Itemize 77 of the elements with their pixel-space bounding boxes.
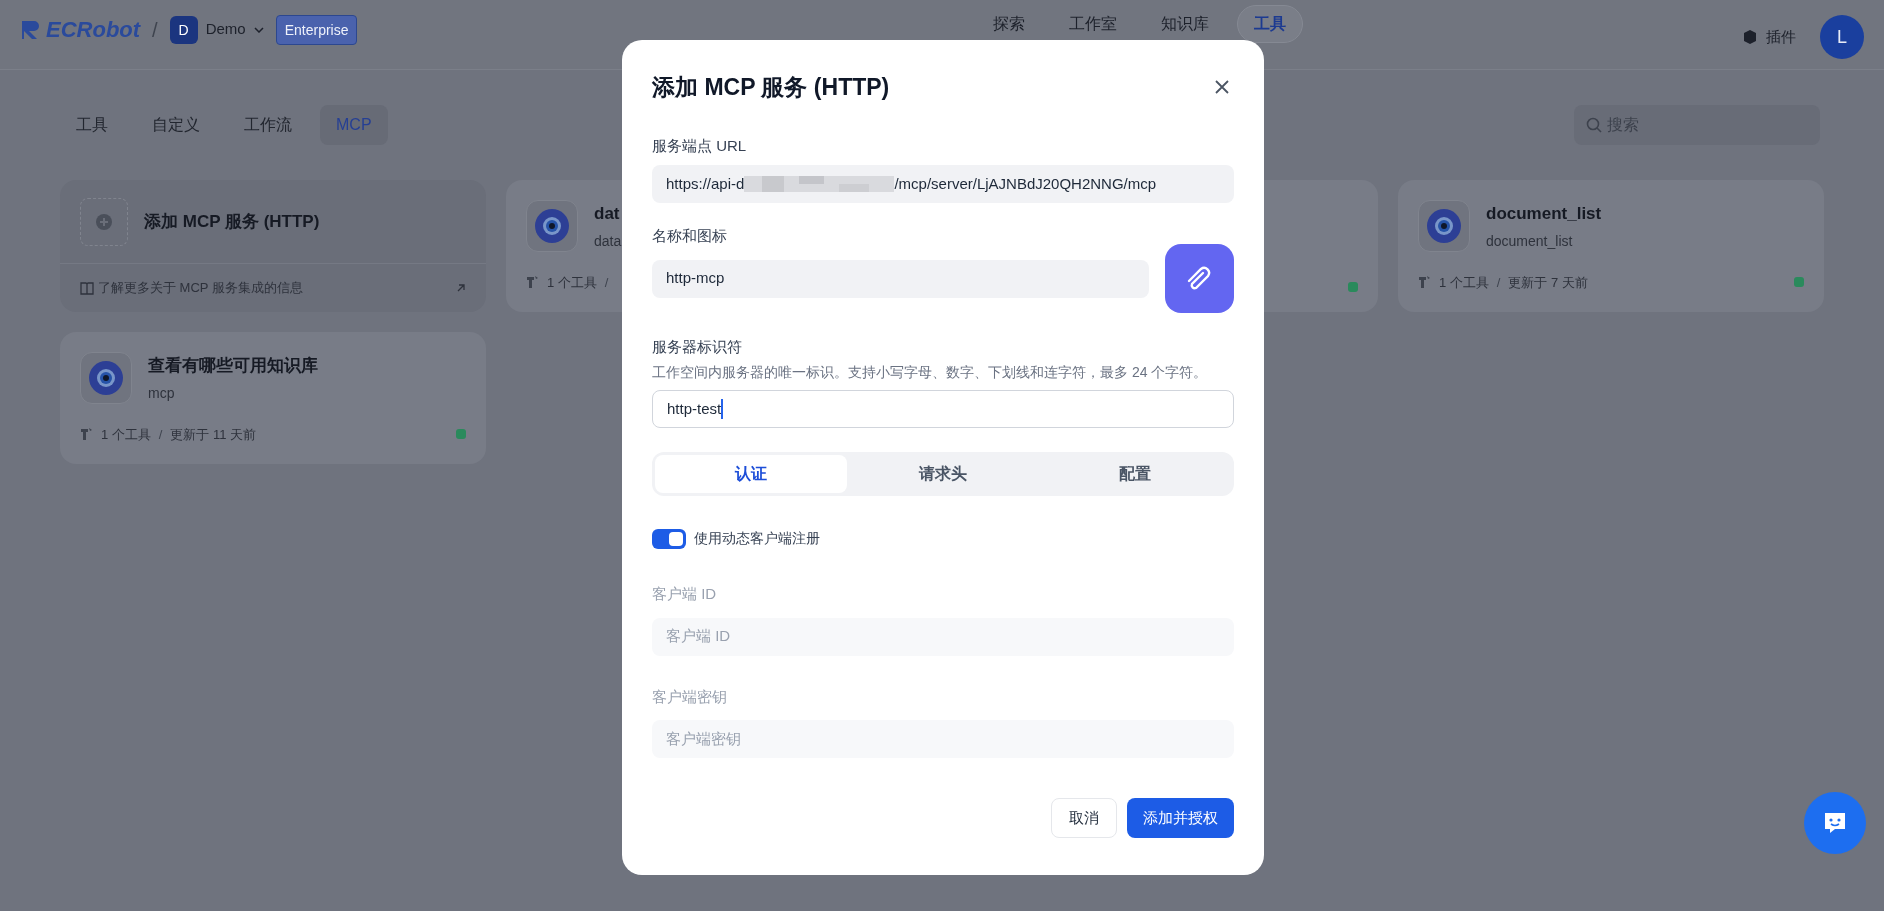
tool-name: dat: [594, 203, 621, 226]
cube-icon: [1742, 29, 1758, 45]
tool-count: 1 个工具: [101, 425, 151, 444]
tool-name: 查看有哪些可用知识库: [148, 355, 318, 378]
section-tab[interactable]: 配置: [1039, 455, 1231, 493]
workspace-name: Demo: [205, 19, 246, 40]
client-secret-field[interactable]: 客户端密钥: [652, 720, 1234, 758]
url-text: https://api-d: [666, 173, 745, 194]
caret-icon: [253, 26, 264, 33]
user-avatar[interactable]: L: [1820, 15, 1864, 59]
eye-icon: [1426, 208, 1462, 244]
tool-card[interactable]: document_list document_list 1 个工具 / 更新于 7 天前: [1398, 180, 1824, 312]
nav-tab[interactable]: 知识库: [1144, 6, 1225, 42]
section-tab[interactable]: 认证: [655, 455, 847, 493]
learn-more-link[interactable]: 了解更多关于 MCP 服务集成的信息: [98, 278, 303, 298]
field-label: 客户端密钥: [652, 686, 728, 707]
updated-time: 更新于 7 天前: [1508, 273, 1588, 292]
nav-tab[interactable]: 工具: [1236, 5, 1303, 43]
breadcrumb-separator: /: [152, 17, 158, 43]
field-label: 服务器标识符: [652, 336, 743, 357]
category-tab[interactable]: 自定义: [136, 105, 216, 145]
toggle-switch[interactable]: [652, 528, 686, 549]
tool-count: 1 个工具: [1439, 273, 1489, 292]
nav-tab[interactable]: 工作室: [1052, 6, 1133, 42]
tool-name: document_list: [1486, 203, 1602, 226]
identifier-value: http-test: [667, 398, 722, 419]
chat-face-icon: [1822, 810, 1848, 836]
hammer-icon: [80, 427, 93, 442]
field-label: 服务端点 URL: [652, 135, 748, 156]
dialog-title: 添加 MCP 服务 (HTTP): [652, 73, 890, 102]
separator-slash: /: [1496, 273, 1501, 292]
updated-time: 更新于 11 天前: [170, 425, 257, 444]
tool-count: 1 个工具: [547, 273, 597, 292]
toggle-label: 使用动态客户端注册: [694, 529, 820, 548]
category-tab[interactable]: 工具: [60, 105, 124, 145]
hammer-icon: [526, 275, 539, 290]
field-placeholder: 客户端 ID: [666, 626, 731, 647]
plus-circle-icon: [96, 213, 112, 230]
logo-icon: [20, 18, 42, 41]
field-hint: 工作空间内服务器的唯一标识。支持小写字母、数字、下划线和连字符，最多 24 个字符。: [652, 363, 1209, 382]
add-authorize-button[interactable]: 添加并授权: [1127, 798, 1234, 838]
plugins-link[interactable]: 插件: [1766, 25, 1796, 49]
tool-subtitle: mcp: [148, 383, 176, 403]
section-tab[interactable]: 请求头: [847, 455, 1039, 493]
external-arrow-icon: [456, 283, 466, 293]
service-icon-picker[interactable]: [1165, 243, 1234, 313]
url-text: /mcp/server/LjAJNBdJ20QH2NNG/mcp: [894, 173, 1157, 194]
text-cursor: [721, 399, 723, 419]
eye-icon: [534, 208, 570, 244]
nav-tab[interactable]: 探索: [976, 6, 1041, 42]
tool-subtitle: document_list: [1486, 231, 1574, 251]
add-service-title: 添加 MCP 服务 (HTTP): [144, 210, 320, 233]
category-tab[interactable]: 工作流: [228, 105, 308, 145]
workspace-initial: D: [169, 15, 198, 44]
name-value: http-mcp: [666, 268, 725, 289]
identifier-input[interactable]: http-test: [652, 390, 1234, 428]
separator-slash: /: [158, 425, 163, 444]
workspace-switcher[interactable]: D Demo: [169, 15, 264, 44]
logo-text: ECRobot: [46, 16, 141, 44]
field-label: 名称和图标: [652, 226, 728, 246]
field-label: 客户端 ID: [652, 584, 718, 604]
tool-card[interactable]: 查看有哪些可用知识库 mcp 1 个工具 / 更新于 11 天前: [60, 332, 486, 464]
hammer-icon: [1418, 275, 1431, 290]
field-placeholder: 客户端密钥: [666, 728, 741, 749]
name-field[interactable]: http-mcp: [652, 259, 1149, 298]
plan-badge: Enterprise: [275, 14, 358, 45]
eye-icon: [88, 360, 124, 396]
add-service-card[interactable]: 添加 MCP 服务 (HTTP) 了解更多关于 MCP 服务集成的信息: [60, 180, 486, 312]
close-icon: [1215, 80, 1229, 95]
tool-subtitle: data: [594, 231, 622, 251]
search-icon: [1586, 116, 1603, 134]
category-tab[interactable]: MCP: [320, 105, 388, 145]
book-icon: [80, 281, 94, 295]
client-id-field[interactable]: 客户端 ID: [652, 617, 1234, 656]
separator-slash: /: [604, 273, 609, 292]
url-field[interactable]: https://api-d /mcp/server/LjAJNBdJ20QH2NNG/mcp: [652, 165, 1234, 203]
cancel-button[interactable]: 取消: [1051, 798, 1117, 838]
